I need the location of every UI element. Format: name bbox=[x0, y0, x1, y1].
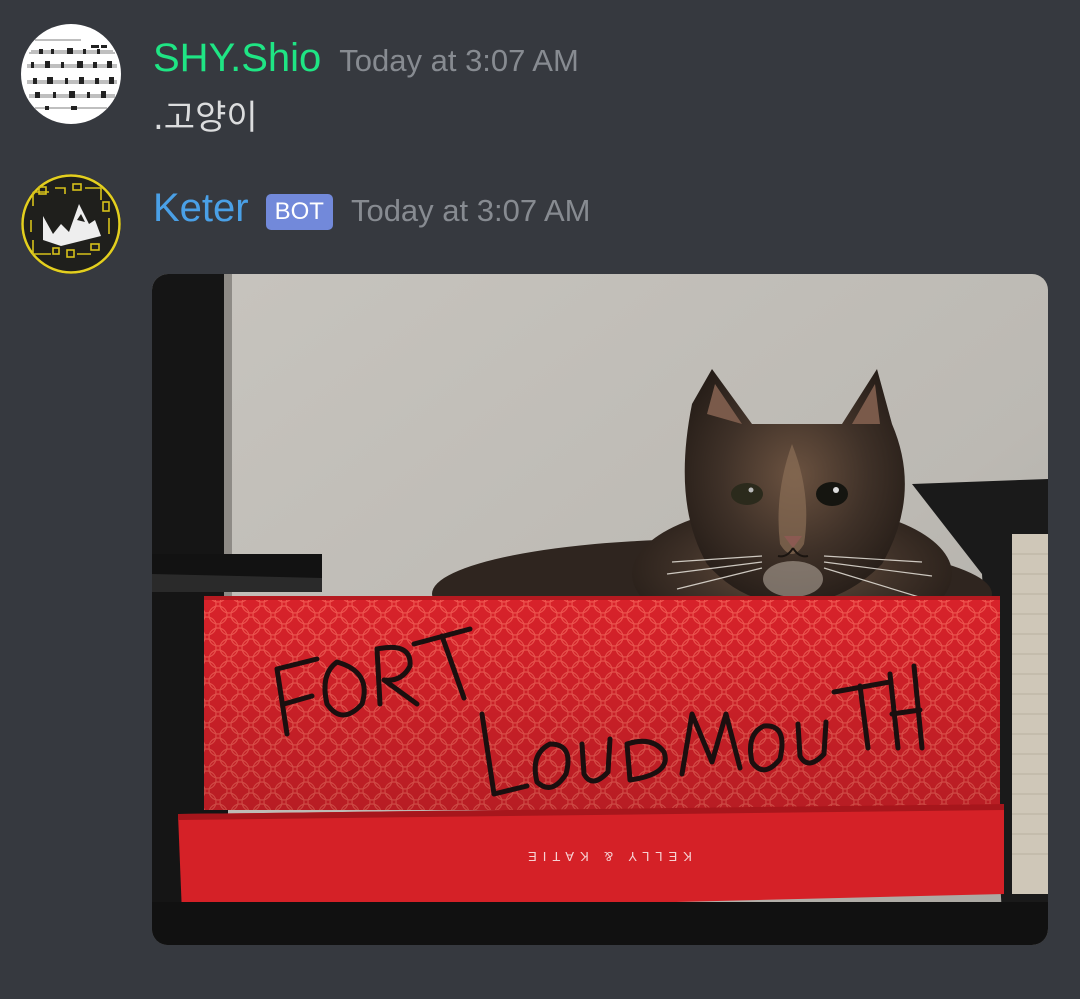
bot-avatar[interactable] bbox=[21, 174, 121, 274]
message-header: Keter BOT Today at 3:07 AM bbox=[153, 182, 591, 234]
user-avatar[interactable] bbox=[21, 24, 121, 124]
timestamp[interactable]: Today at 3:07 AM bbox=[351, 193, 591, 229]
keter-logo-avatar-icon bbox=[21, 174, 121, 274]
cat-in-red-box-photo: KELLY & KATIE bbox=[152, 274, 1048, 945]
timestamp[interactable]: Today at 3:07 AM bbox=[339, 43, 579, 79]
sheet-music-avatar-icon bbox=[21, 24, 121, 124]
bot-badge: BOT bbox=[265, 194, 333, 230]
image-attachment[interactable]: KELLY & KATIE bbox=[152, 274, 1048, 945]
username[interactable]: SHY.Shio bbox=[153, 32, 321, 84]
message-content: .고양이 bbox=[153, 98, 258, 138]
username[interactable]: Keter bbox=[153, 182, 249, 234]
message-header: SHY.Shio Today at 3:07 AM bbox=[153, 32, 579, 84]
box-brand-label: KELLY & KATIE bbox=[522, 849, 692, 864]
